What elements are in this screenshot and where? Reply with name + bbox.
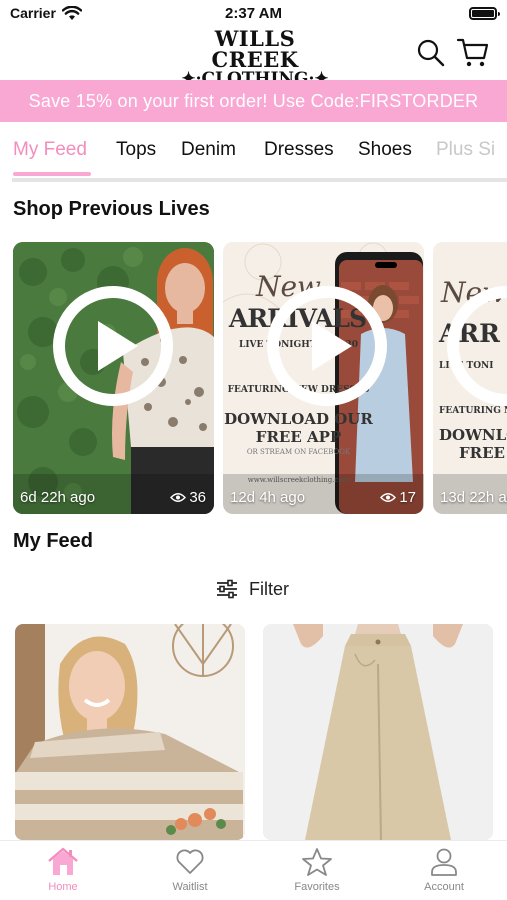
nav-account[interactable]: Account <box>394 847 494 893</box>
nav-home-label: Home <box>48 881 78 893</box>
lives-section-title: Shop Previous Lives <box>13 198 210 220</box>
eye-icon <box>170 493 187 502</box>
product-card[interactable] <box>15 624 245 840</box>
bottom-nav: Home Waitlist Favorites Account <box>0 840 507 900</box>
svg-text:FEATURING N: FEATURING N <box>439 406 507 416</box>
live-card[interactable]: 6d 22h ago 36 <box>13 242 214 514</box>
feed-section-title: My Feed <box>13 530 94 552</box>
poster-download: DOWNLOAD OUR <box>224 410 373 428</box>
live-time-ago: 13d 22h ago <box>440 489 507 506</box>
poster-stream: OR STREAM ON FACEBOOK <box>246 448 351 456</box>
nav-favorites[interactable]: Favorites <box>267 847 367 893</box>
eye-icon <box>380 493 397 502</box>
search-icon[interactable] <box>416 38 446 68</box>
nav-home[interactable]: Home <box>13 847 113 893</box>
poster-free-app: FREE APP <box>255 428 342 446</box>
active-tab-indicator <box>13 172 91 176</box>
person-icon <box>431 848 457 876</box>
product-image <box>15 624 245 840</box>
promo-banner[interactable]: Save 15% on your first order! Use Code:F… <box>0 80 507 122</box>
tab-plus-size[interactable]: Plus Si <box>436 139 495 161</box>
tabs-divider <box>12 178 507 182</box>
live-time-ago: 12d 4h ago <box>230 489 306 506</box>
sliders-icon <box>217 579 237 599</box>
nav-waitlist[interactable]: Waitlist <box>140 847 240 893</box>
svg-text:LIVE TONI: LIVE TONI <box>439 361 494 371</box>
promo-text: Save 15% on your first order! Use Code:F… <box>28 90 479 111</box>
status-bar: Carrier 2:37 AM <box>0 0 507 28</box>
tab-denim[interactable]: Denim <box>181 139 236 161</box>
tab-dresses[interactable]: Dresses <box>264 139 334 161</box>
play-icon[interactable] <box>52 285 174 407</box>
svg-text:DOWNLOA: DOWNLOA <box>439 426 507 444</box>
tab-tops[interactable]: Tops <box>116 139 156 161</box>
live-card[interactable]: New ARRIVALS LIVE TONIGHT AT 7:30 FEATUR… <box>223 242 424 514</box>
brand-logo[interactable]: WILLS CREEK ✦·CLOTHING·✦ <box>180 26 330 88</box>
svg-text:FREE A: FREE A <box>459 444 507 462</box>
battery-icon <box>469 7 500 20</box>
filter-label: Filter <box>249 578 289 599</box>
tab-my-feed[interactable]: My Feed <box>13 139 87 161</box>
nav-waitlist-label: Waitlist <box>172 881 208 893</box>
heart-icon <box>176 849 204 874</box>
filter-button[interactable]: Filter <box>215 576 289 602</box>
star-icon <box>302 848 332 876</box>
live-thumbnail: New ARR LIVE TONI FEATURING N DOWNLOA FR… <box>433 242 507 514</box>
live-time-ago: 6d 22h ago <box>20 489 96 506</box>
nav-account-label: Account <box>424 881 464 893</box>
tab-shoes[interactable]: Shoes <box>358 139 412 161</box>
logo-line1: WILLS CREEK <box>211 26 299 72</box>
play-icon[interactable] <box>266 285 388 407</box>
live-view-count: 36 <box>189 489 206 506</box>
product-card[interactable] <box>263 624 493 840</box>
live-view-count: 17 <box>399 489 416 506</box>
product-image <box>263 624 493 840</box>
clock: 2:37 AM <box>225 5 282 22</box>
home-icon <box>48 847 78 875</box>
app-header: WILLS CREEK ✦·CLOTHING·✦ <box>0 26 507 88</box>
live-card[interactable]: New ARR LIVE TONI FEATURING N DOWNLOA FR… <box>433 242 507 514</box>
cart-icon[interactable] <box>456 36 490 68</box>
nav-favorites-label: Favorites <box>294 881 340 893</box>
category-tabs: My Feed Tops Denim Dresses Shoes Plus Si <box>0 122 507 180</box>
